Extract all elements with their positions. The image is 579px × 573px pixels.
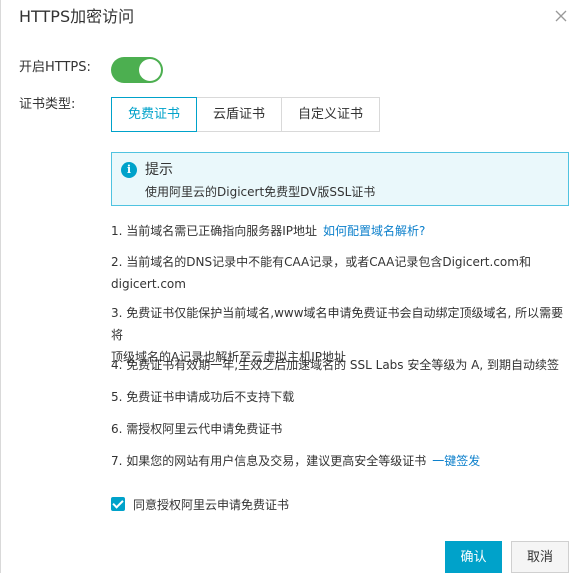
- note-text: 4. 免费证书有效期一年,生效之后加速域名的 SSL Labs 安全等级为 A,…: [111, 358, 560, 372]
- cert-type-tabs: 免费证书 云盾证书 自定义证书: [111, 97, 381, 132]
- note-text: 1. 当前域名需已正确指向服务器IP地址: [111, 224, 318, 238]
- tab-custom-cert[interactable]: 自定义证书: [281, 97, 381, 132]
- list-item: 6. 需授权阿里云代申请免费证书: [111, 418, 571, 440]
- dns-config-link[interactable]: 如何配置域名解析?: [323, 224, 425, 238]
- hint-box: i 提示 使用阿里云的Digicert免费型DV版SSL证书: [111, 152, 569, 206]
- note-text-line2: digicert.com: [111, 277, 186, 291]
- agree-row: 同意授权阿里云申请免费证书: [111, 495, 289, 513]
- cert-type-label: 证书类型:: [19, 97, 76, 112]
- hint-text: 使用阿里云的Digicert免费型DV版SSL证书: [145, 185, 376, 199]
- https-label: 开启HTTPS:: [19, 60, 91, 75]
- note-text: 3. 免费证书仅能保护当前域名,www域名申请免费证书会自动绑定顶级域名, 所以…: [111, 306, 564, 342]
- list-item: 7. 如果您的网站有用户信息及交易，建议更高安全等级证书 一键签发: [111, 450, 571, 472]
- note-text: 2. 当前域名的DNS记录中不能有CAA记录，或者CAA记录包含Digicert…: [111, 255, 531, 269]
- close-icon[interactable]: [551, 6, 571, 26]
- cancel-button[interactable]: 取消: [511, 541, 569, 573]
- list-item: 4. 免费证书有效期一年,生效之后加速域名的 SSL Labs 安全等级为 A,…: [111, 354, 571, 376]
- https-toggle[interactable]: [111, 57, 163, 83]
- confirm-button[interactable]: 确认: [445, 541, 502, 573]
- agree-checkbox[interactable]: [111, 497, 125, 511]
- one-click-issue-link[interactable]: 一键签发: [432, 454, 480, 468]
- dialog-title: HTTPS加密访问: [19, 7, 135, 26]
- toggle-knob: [139, 59, 161, 81]
- note-text: 5. 免费证书申请成功后不支持下载: [111, 390, 295, 404]
- tab-cloud-shield-cert[interactable]: 云盾证书: [196, 97, 283, 132]
- hint-title: 提示: [145, 162, 173, 178]
- list-item: 2. 当前域名的DNS记录中不能有CAA记录，或者CAA记录包含Digicert…: [111, 251, 571, 295]
- tab-free-cert[interactable]: 免费证书: [111, 97, 198, 132]
- list-item: 1. 当前域名需已正确指向服务器IP地址 如何配置域名解析?: [111, 220, 571, 242]
- agree-label: 同意授权阿里云申请免费证书: [133, 497, 290, 512]
- info-icon: i: [121, 162, 137, 178]
- list-item: 5. 免费证书申请成功后不支持下载: [111, 386, 571, 408]
- note-text: 7. 如果您的网站有用户信息及交易，建议更高安全等级证书: [111, 454, 427, 468]
- https-dialog: HTTPS加密访问 开启HTTPS: 证书类型: 免费证书 云盾证书 自定义证书…: [0, 0, 579, 573]
- note-text: 6. 需授权阿里云代申请免费证书: [111, 422, 283, 436]
